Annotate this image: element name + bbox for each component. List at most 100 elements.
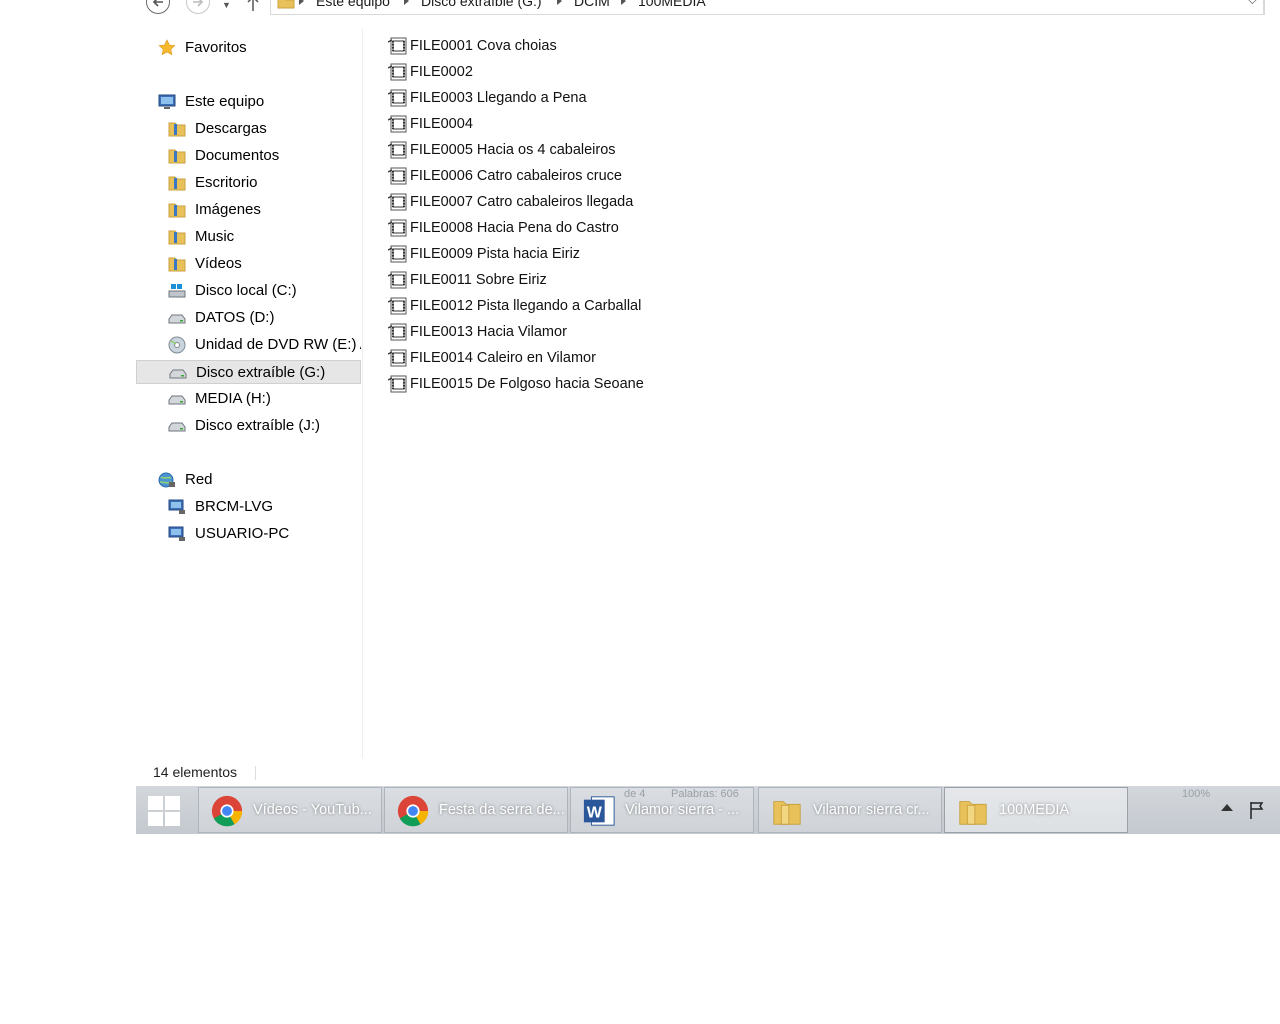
sidebar-item[interactable]: Music <box>168 225 361 249</box>
windows-start-button[interactable] <box>146 794 182 828</box>
navigation-pane: Favoritos Este equipo Descargas Documento… <box>136 28 362 758</box>
file-item[interactable]: FILE0009 Pista hacia Eiriz <box>388 242 688 268</box>
file-name: FILE0015 De Folgoso hacia Seoane <box>410 376 644 392</box>
desktop-folder-icon <box>168 174 186 192</box>
network-computer-icon <box>168 525 186 543</box>
nav-this-pc[interactable]: Este equipo <box>158 90 358 114</box>
network-globe-icon <box>158 472 175 488</box>
taskbar-button[interactable]: Vilamor sierra cr... <box>758 787 942 833</box>
file-name: FILE0013 Hacia Vilamor <box>410 324 567 340</box>
show-hidden-icons-chevron-icon[interactable] <box>1221 804 1233 811</box>
nav-favorites[interactable]: Favoritos <box>158 36 358 60</box>
folder-icon <box>277 0 295 9</box>
file-item[interactable]: FILE0003 Llegando a Pena <box>388 86 688 112</box>
nav-label: Documentos <box>195 147 280 164</box>
sidebar-item[interactable]: Imágenes <box>168 198 361 222</box>
refresh-button[interactable] <box>1264 0 1280 15</box>
breadcrumb-item[interactable]: Este equipo <box>316 0 390 9</box>
file-item[interactable]: FILE0012 Pista llegando a Carballal <box>388 294 688 320</box>
nav-label: Unidad de DVD RW (E:) A <box>195 336 361 353</box>
action-center-flag-icon[interactable] <box>1248 800 1268 820</box>
pictures-folder-icon <box>168 201 186 219</box>
chrome-icon <box>209 794 245 828</box>
file-item[interactable]: FILE0002 <box>388 60 688 86</box>
arrow-right-icon <box>193 0 204 7</box>
nav-label: Disco extraíble (J:) <box>195 417 321 434</box>
file-item[interactable]: FILE0005 Hacia os 4 cabaleiros <box>388 138 688 164</box>
recent-locations-dropdown[interactable]: ▼ <box>222 0 231 10</box>
sidebar-item[interactable]: Disco extraíble (J:) <box>168 414 361 438</box>
file-item[interactable]: FILE0013 Hacia Vilamor <box>388 320 688 346</box>
dvd-drive-icon <box>168 336 186 354</box>
sidebar-item[interactable]: BRCM-LVG <box>168 495 361 519</box>
sidebar-item[interactable]: Escritorio <box>168 171 361 195</box>
chevron-down-icon[interactable]: ⌵ <box>1248 0 1257 8</box>
folder-icon <box>769 794 805 828</box>
status-divider <box>255 766 256 780</box>
breadcrumb-item[interactable]: DCIM <box>574 0 610 9</box>
nav-label: Red <box>185 471 213 488</box>
nav-network[interactable]: Red <box>158 468 358 492</box>
nav-label: DATOS (D:) <box>195 309 275 326</box>
file-item[interactable]: FILE0011 Sobre Eiriz <box>388 268 688 294</box>
address-toolbar: ▼ Este equipo Disco extraíble (G:) DCIM … <box>136 0 1280 16</box>
file-item[interactable]: FILE0015 De Folgoso hacia Seoane <box>388 372 688 398</box>
sidebar-item[interactable]: Documentos <box>168 144 361 168</box>
folder-icon <box>955 794 991 828</box>
file-name: FILE0002 <box>410 64 473 80</box>
file-name: FILE0012 Pista llegando a Carballal <box>410 298 642 314</box>
status-bar: 14 elementos <box>136 760 1280 786</box>
video-file-icon <box>388 141 407 159</box>
nav-label: Disco local (C:) <box>195 282 297 299</box>
taskbar-button-label: 100MEDIA <box>999 802 1070 818</box>
sidebar-item[interactable]: Unidad de DVD RW (E:) A <box>168 333 361 357</box>
taskbar-button-label: Vilamor sierra - ... <box>625 802 740 818</box>
taskbar-button[interactable]: Festa da serra de... <box>384 787 568 833</box>
breadcrumb-item[interactable]: 100MEDIA <box>638 0 706 9</box>
file-item[interactable]: FILE0006 Catro cabaleiros cruce <box>388 164 688 190</box>
file-name: FILE0003 Llegando a Pena <box>410 90 587 106</box>
file-item[interactable]: FILE0014 Caleiro en Vilamor <box>388 346 688 372</box>
taskbar-button[interactable]: Vídeos - YouTub... <box>198 787 382 833</box>
sidebar-item[interactable]: MEDIA (H:) <box>168 387 361 411</box>
sidebar-item[interactable]: Descargas <box>168 117 361 141</box>
back-button[interactable] <box>146 0 170 14</box>
address-bar[interactable]: Este equipo Disco extraíble (G:) DCIM 10… <box>270 0 1264 15</box>
video-file-icon <box>388 167 407 185</box>
forward-button[interactable] <box>186 0 210 14</box>
sidebar-item[interactable]: Disco extraíble (G:) <box>136 360 361 384</box>
music-folder-icon <box>168 228 186 246</box>
videos-folder-icon <box>168 255 186 273</box>
local-disk-icon <box>168 282 186 300</box>
taskbar-button-label: Vilamor sierra cr... <box>813 802 930 818</box>
file-item[interactable]: FILE0001 Cova choias <box>388 34 688 60</box>
up-arrow-icon[interactable] <box>246 0 260 12</box>
sidebar-item[interactable]: USUARIO-PC <box>168 522 361 546</box>
removable-drive-icon <box>168 417 186 435</box>
breadcrumb-item[interactable]: Disco extraíble (G:) <box>421 0 542 9</box>
file-item[interactable]: FILE0008 Hacia Pena do Castro <box>388 216 688 242</box>
network-computer-icon <box>168 498 186 516</box>
video-file-icon <box>388 63 407 81</box>
file-list: FILE0001 Cova choias FILE0002 FILE0003 Lle… <box>388 34 688 398</box>
video-file-icon <box>388 89 407 107</box>
file-name: FILE0007 Catro cabaleiros llegada <box>410 194 634 210</box>
video-file-icon <box>388 37 407 55</box>
sidebar-item[interactable]: Vídeos <box>168 252 361 276</box>
nav-label: Vídeos <box>195 255 242 272</box>
taskbar-button[interactable]: 100MEDIA <box>944 787 1128 833</box>
nav-label: Disco extraíble (G:) <box>196 364 326 381</box>
file-item[interactable]: FILE0004 <box>388 112 688 138</box>
file-name: FILE0014 Caleiro en Vilamor <box>410 350 596 366</box>
nav-label: Este equipo <box>185 93 265 110</box>
file-name: FILE0001 Cova choias <box>410 38 557 54</box>
file-name: FILE0011 Sobre Eiriz <box>410 272 547 288</box>
video-file-icon <box>388 245 407 263</box>
file-item[interactable]: FILE0007 Catro cabaleiros llegada <box>388 190 688 216</box>
sidebar-item[interactable]: Disco local (C:) <box>168 279 361 303</box>
video-file-icon <box>388 349 407 367</box>
sidebar-item[interactable]: DATOS (D:) <box>168 306 361 330</box>
nav-label: Escritorio <box>195 174 258 191</box>
pane-divider[interactable] <box>362 28 363 758</box>
taskbar-button-label: Vídeos - YouTub... <box>253 802 372 818</box>
